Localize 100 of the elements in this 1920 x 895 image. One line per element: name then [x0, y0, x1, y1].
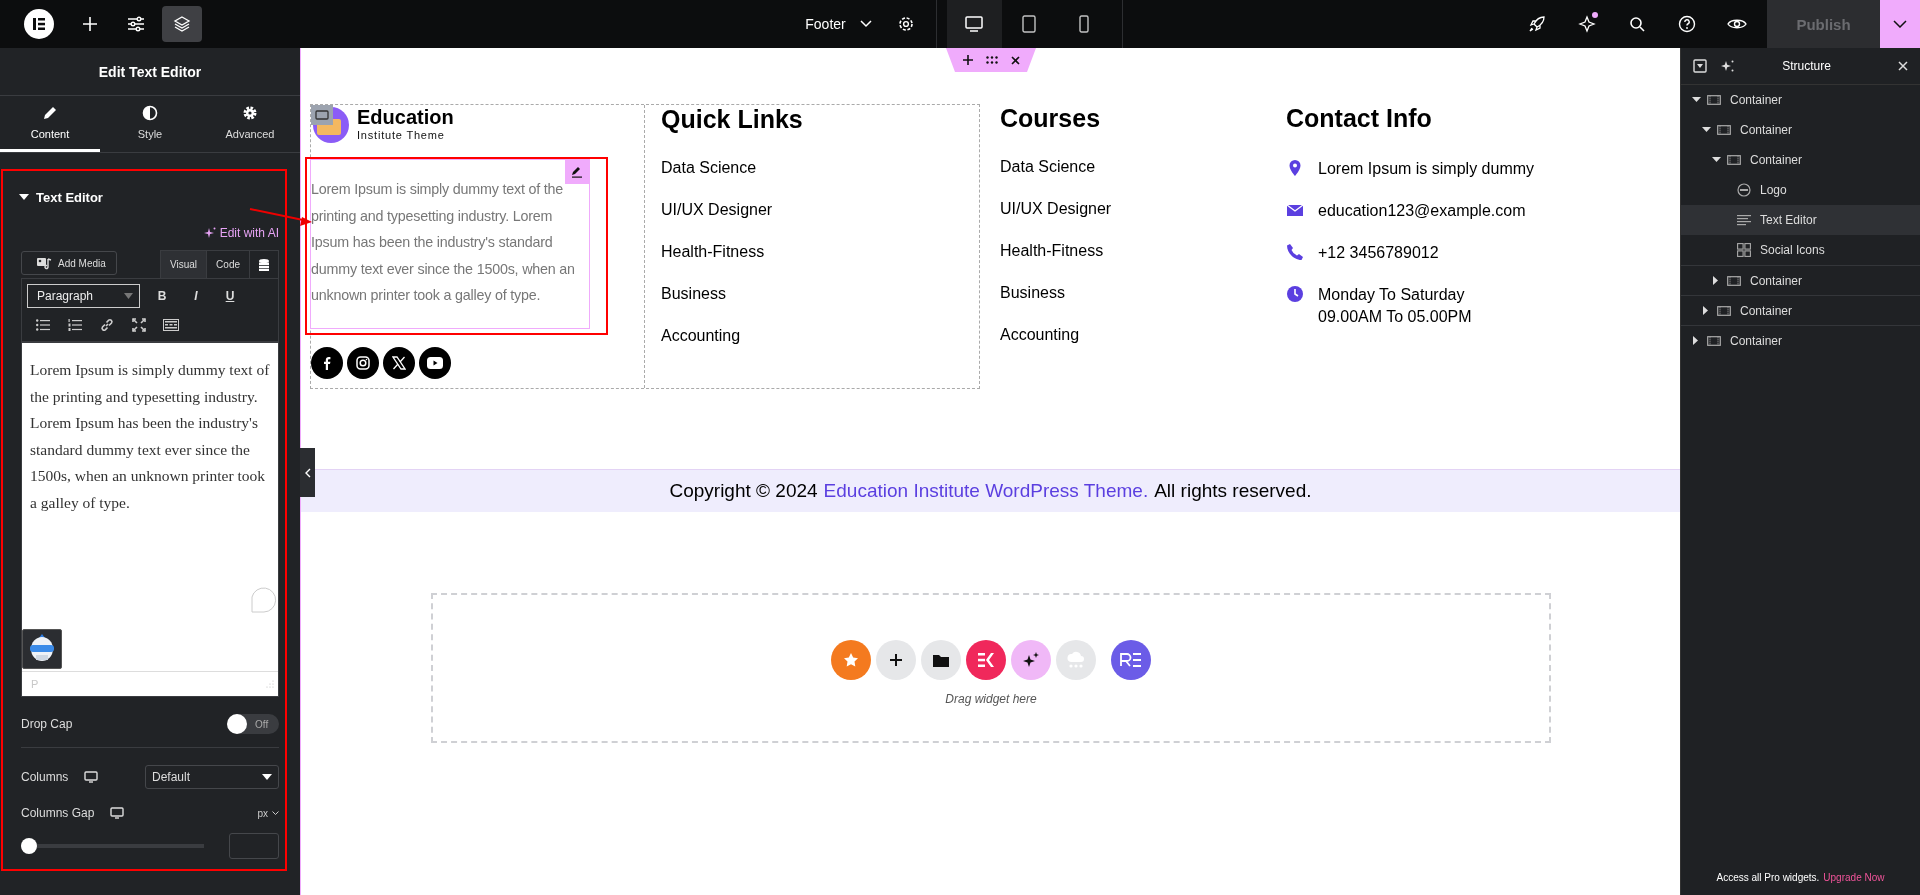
caret-down-icon — [262, 774, 272, 780]
copyright-text: All rights reserved. — [1154, 480, 1312, 502]
collapse-panel-button[interactable] — [300, 448, 315, 497]
columns-label: Columns — [21, 770, 69, 784]
footer-link[interactable]: UI/UX Designer — [661, 201, 803, 243]
footer-link[interactable]: Health-Fitness — [661, 243, 803, 285]
numbered-list-icon[interactable] — [66, 316, 84, 334]
robot-assistant-icon[interactable] — [22, 629, 62, 669]
structure-item[interactable]: Container — [1681, 115, 1920, 145]
contact-text: +12 3456789012 — [1318, 243, 1439, 263]
drop-zone[interactable]: Drag widget here — [431, 593, 1551, 743]
drop-cap-toggle[interactable]: Off — [227, 714, 279, 734]
container-icon — [1707, 335, 1721, 346]
fullscreen-icon[interactable] — [130, 316, 148, 334]
desktop-icon[interactable] — [946, 0, 1002, 48]
add-icon[interactable] — [962, 55, 973, 65]
footer-link[interactable]: Business — [1000, 284, 1286, 326]
youtube-icon[interactable] — [419, 347, 451, 379]
caret-right-icon[interactable] — [1713, 276, 1719, 285]
footer-link[interactable]: Accounting — [661, 327, 803, 369]
collapse-all-icon[interactable] — [1693, 59, 1707, 73]
kit-widget-icon[interactable] — [966, 640, 1006, 680]
column-heading: Courses — [1000, 104, 1102, 132]
editor-mode-tab[interactable]: Visual — [161, 251, 207, 278]
caret-right-icon[interactable] — [1703, 306, 1709, 315]
star-widget-icon[interactable] — [831, 640, 871, 680]
layers-icon[interactable] — [162, 6, 202, 42]
columns-select[interactable]: Default — [145, 765, 279, 789]
panel-title: Edit Text Editor — [98, 63, 202, 80]
editor-mode-tab[interactable]: Code — [206, 251, 249, 278]
theme-link[interactable]: Education Institute WordPress Theme. — [823, 480, 1149, 502]
underline-button[interactable]: U — [218, 284, 242, 308]
contact-text: education123@example.com — [1318, 201, 1526, 221]
caret-down-icon[interactable] — [1691, 97, 1701, 103]
editor-text[interactable]: Lorem Ipsum is simply dummy text of the printing and typesetting industry. Lorem Ipsum has been the industry's standard dummy text ever since the 1500s, when an unknown printer took a galley of type. — [30, 357, 270, 516]
text-editor-widget[interactable]: Lorem Ipsum is simply dummy text of the printing and typesetting industry. Lorem Ipsum has been the industry's standard dummy text ever since the 1500s, when an unknown printer took a galley of type. — [310, 159, 590, 329]
desktop-icon[interactable] — [110, 807, 125, 819]
clock-icon — [1286, 285, 1304, 303]
logo-icon[interactable] — [311, 105, 351, 145]
elementor-logo-icon[interactable] — [24, 9, 54, 39]
x-icon[interactable] — [383, 347, 415, 379]
footer-link[interactable]: Data Science — [661, 159, 803, 201]
sparkle-icon — [1578, 15, 1596, 33]
caret-down-icon[interactable] — [1701, 127, 1711, 133]
caret-down-icon[interactable] — [1711, 157, 1721, 163]
re-widget-icon[interactable] — [1111, 640, 1151, 680]
structure-item[interactable]: Social Icons — [1681, 235, 1920, 265]
unit-selector[interactable]: px — [257, 807, 279, 819]
upgrade-link[interactable]: Upgrade Now — [1823, 871, 1885, 883]
format-dropdown[interactable]: Paragraph — [27, 284, 140, 308]
caret-down-icon — [124, 293, 133, 299]
folder-widget-icon[interactable] — [921, 640, 961, 680]
footer-link[interactable]: Data Science — [1000, 158, 1286, 200]
ai-sparkle-icon[interactable] — [1721, 59, 1735, 73]
caret-right-icon[interactable] — [1693, 336, 1699, 345]
structure-item[interactable]: Container — [1681, 265, 1920, 295]
structure-item[interactable]: Container — [1681, 295, 1920, 325]
edit-pencil-icon[interactable] — [565, 160, 589, 184]
container-icon — [1727, 155, 1741, 165]
notification-dot — [1592, 12, 1598, 18]
footer-link[interactable]: UI/UX Designer — [1000, 200, 1286, 242]
facebook-icon[interactable] — [311, 347, 343, 379]
footer-link[interactable]: Health-Fitness — [1000, 242, 1286, 284]
link-icon[interactable] — [98, 316, 116, 334]
chevron-down-icon — [272, 810, 279, 816]
structure-item[interactable]: Container — [1681, 145, 1920, 175]
structure-item[interactable]: Container — [1681, 85, 1920, 115]
structure-item[interactable]: Logo — [1681, 175, 1920, 205]
column-heading: Quick Links — [661, 105, 803, 133]
plus-widget-icon[interactable] — [876, 640, 916, 680]
slider-thumb[interactable] — [21, 838, 37, 854]
add-media-button[interactable]: Add Media — [21, 251, 117, 275]
close-icon[interactable] — [1010, 55, 1020, 65]
caret-down-icon[interactable] — [19, 194, 29, 200]
text-lines-icon — [1737, 214, 1751, 226]
drag-handle-icon[interactable] — [985, 56, 998, 64]
keyboard-icon[interactable] — [162, 316, 180, 334]
section-title: Text Editor — [36, 189, 103, 205]
bullet-list-icon[interactable] — [34, 316, 52, 334]
gap-input[interactable] — [229, 833, 279, 859]
columns-gap-label: Columns Gap — [21, 806, 95, 820]
italic-button[interactable]: I — [184, 284, 208, 308]
footer-link[interactable]: Business — [661, 285, 803, 327]
bold-button[interactable]: B — [150, 284, 174, 308]
footer-link[interactable]: Accounting — [1000, 326, 1286, 368]
structure-item[interactable]: Text Editor — [1681, 205, 1920, 235]
container-icon — [1717, 305, 1731, 316]
structure-item[interactable]: Container — [1681, 325, 1920, 355]
logo-tagline: Institute Theme — [357, 129, 446, 141]
sparkle-widget-icon[interactable] — [1011, 640, 1051, 680]
panel-tab[interactable]: Style — [100, 96, 200, 152]
panel-tab[interactable]: Content — [0, 96, 100, 152]
container-icon — [1727, 275, 1741, 286]
instagram-icon[interactable] — [347, 347, 379, 379]
media-icon — [36, 256, 52, 270]
page-dropdown[interactable]: Footer — [787, 0, 886, 48]
desktop-icon[interactable] — [84, 771, 99, 783]
site-logo-icon — [1737, 183, 1751, 197]
edit-with-ai-link[interactable]: Edit with AI — [203, 226, 279, 240]
panel-tab[interactable]: Advanced — [200, 96, 300, 152]
